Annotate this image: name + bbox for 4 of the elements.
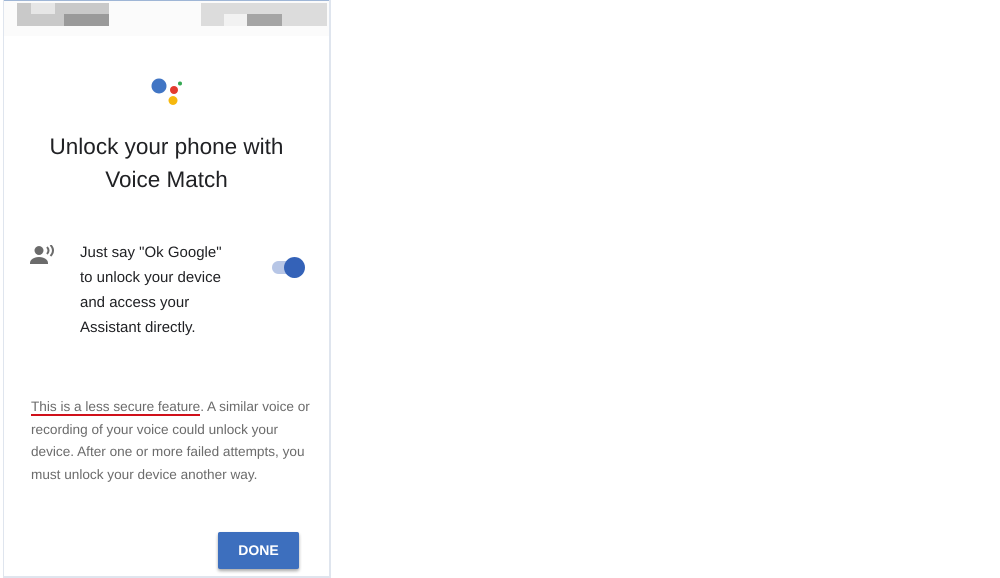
dialog-title: Unlock your phone with Voice Match bbox=[48, 133, 284, 194]
voice-match-description: Just say "Ok Google" to unlock your device and access your Assistant directly. bbox=[80, 243, 223, 338]
done-button[interactable]: DONE bbox=[218, 532, 299, 570]
security-notice: This is a less secure feature. A similar voice or recording of your voice could unlock your device. After one or more failed attempts, you must unlock your device another way. bbox=[30, 398, 311, 484]
